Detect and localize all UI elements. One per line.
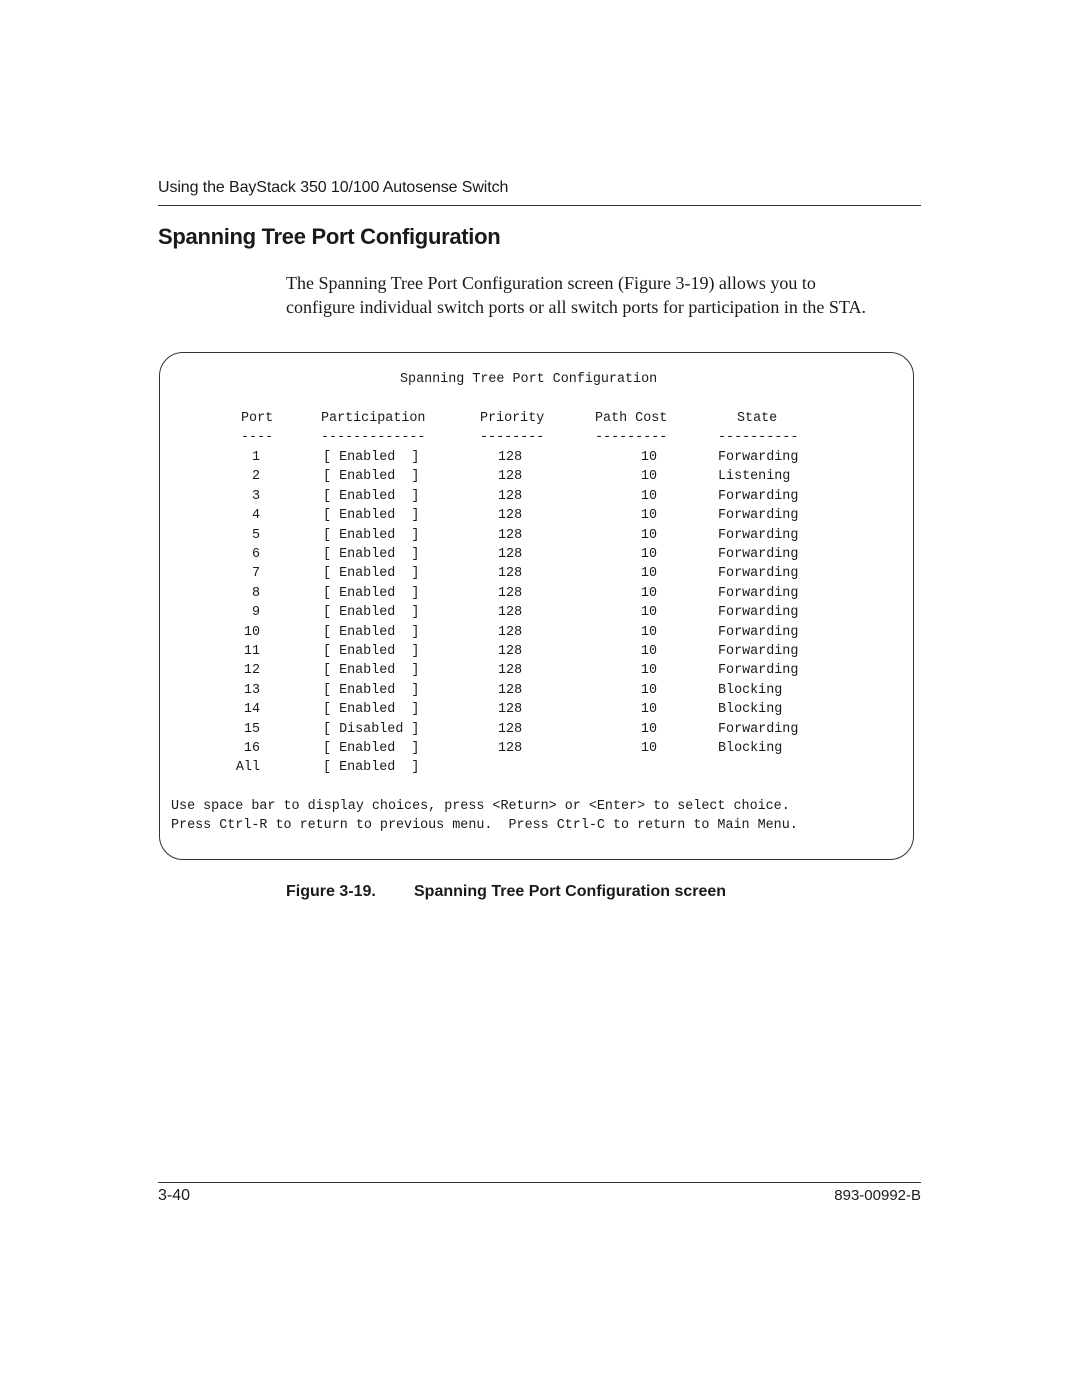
state-cell: Forwarding [718,450,799,465]
state-cell: Forwarding [718,721,799,737]
state-cell: Forwarding [718,508,799,524]
port-cell: 4 [251,508,260,524]
participation-field[interactable]: [ Enabled ] [323,469,419,484]
state-cell: Forwarding [718,644,799,659]
path-cost-cell: 10 [640,741,657,756]
state-cell: Forwarding [718,585,799,601]
state-cell: Forwarding [718,488,799,504]
path-cost-cell: 10 [640,663,657,679]
column-underline-port: ---- [241,430,274,445]
participation-field[interactable]: [ Enabled ] [323,528,419,543]
state-cell: Blocking [718,682,783,698]
intro-paragraph: The Spanning Tree Port Configuration scr… [286,271,926,319]
path-cost-cell: 10 [640,508,657,524]
port-cell: 15 [243,721,260,737]
path-cost-cell: 10 [640,702,657,718]
port-cell: 10 [243,624,260,640]
column-underline-state: ---------- [718,430,799,445]
path-cost-cell: 10 [640,566,657,582]
column-header-state: State [737,411,778,426]
intro-line-2: configure individual switch ports or all… [286,297,866,317]
port-cell: 6 [251,547,260,562]
participation-field[interactable]: [ Enabled ] [323,760,419,775]
port-cell: 11 [243,644,260,659]
state-cell: Blocking [718,702,783,718]
port-cell: 3 [251,488,260,504]
participation-field[interactable]: [ Enabled ] [323,450,419,465]
participation-field[interactable]: [ Enabled ] [323,566,419,581]
figure-caption: Figure 3-19. Spanning Tree Port Configura… [286,883,726,901]
participation-field[interactable]: [ Enabled ] [323,489,419,504]
console-screen-title: Spanning Tree Port Configuration [400,372,658,387]
path-cost-cell: 10 [640,469,657,485]
page-number: 3-40 [158,1187,191,1204]
participation-field[interactable]: [ Enabled ] [323,547,419,562]
column-header-priority: Priority [480,411,545,426]
path-cost-cell: 10 [640,605,657,621]
port-cell: 12 [243,663,260,679]
state-cell: Forwarding [718,624,799,640]
port-cell: 7 [251,566,260,582]
state-cell: Blocking [718,741,783,756]
port-cell: 16 [243,741,260,756]
column-underline-participation: ------------- [321,430,426,445]
participation-field[interactable]: [ Enabled ] [323,702,419,717]
footer-rule [158,1182,921,1183]
column-underline-path-cost: --------- [595,430,668,445]
port-cell: 8 [251,585,260,601]
column-header-participation: Participation [321,411,426,426]
participation-field[interactable]: [ Enabled ] [323,644,419,659]
participation-field[interactable]: [ Enabled ] [323,741,419,756]
port-cell: 9 [251,605,260,621]
path-cost-cell: 10 [640,644,657,659]
column-header-port: Port [241,411,274,426]
state-cell: Forwarding [718,527,799,543]
participation-field[interactable]: [ Enabled ] [323,605,419,620]
figure-caption-text: Spanning Tree Port Configuration screen [414,883,727,900]
running-head: Using the BayStack 350 10/100 Autosense … [158,179,509,196]
port-cell: 1 [251,450,260,465]
hint-line-1: Use space bar to display choices, press … [171,799,790,814]
participation-field[interactable]: [ Enabled ] [323,683,419,698]
path-cost-cell: 10 [640,450,657,465]
state-cell: Listening [718,469,791,485]
path-cost-cell: 10 [640,547,657,562]
port-cell: 14 [243,702,260,718]
path-cost-cell: 10 [640,527,657,543]
participation-field[interactable]: [ Enabled ] [323,625,419,640]
port-cell: 2 [251,469,260,485]
path-cost-cell: 10 [640,585,657,601]
port-cell: 13 [243,682,260,698]
path-cost-cell: 10 [640,721,657,737]
column-header-path-cost: Path Cost [595,411,668,426]
path-cost-cell: 10 [640,624,657,640]
state-cell: Forwarding [718,663,799,679]
intro-line-1: The Spanning Tree Port Configuration scr… [286,273,816,293]
section-title: Spanning Tree Port Configuration [158,224,501,249]
hint-line-2: Press Ctrl-R to return to previous menu.… [171,818,798,833]
state-cell: Forwarding [718,547,799,562]
port-cell: 5 [251,527,260,543]
document-number: 893-00992-B [834,1187,921,1204]
participation-field[interactable]: [ Enabled ] [323,586,419,601]
column-underline-priority: -------- [480,430,545,445]
path-cost-cell: 10 [640,682,657,698]
path-cost-cell: 10 [640,488,657,504]
participation-field[interactable]: [ Enabled ] [323,663,419,678]
state-cell: Forwarding [718,605,799,621]
port-cell: All [235,760,260,776]
header-rule [158,205,921,206]
participation-field[interactable]: [ Enabled ] [323,508,419,523]
state-cell: Forwarding [718,566,799,582]
participation-field[interactable]: [ Disabled ] [323,722,419,737]
figure-number: Figure 3-19. [286,883,376,900]
